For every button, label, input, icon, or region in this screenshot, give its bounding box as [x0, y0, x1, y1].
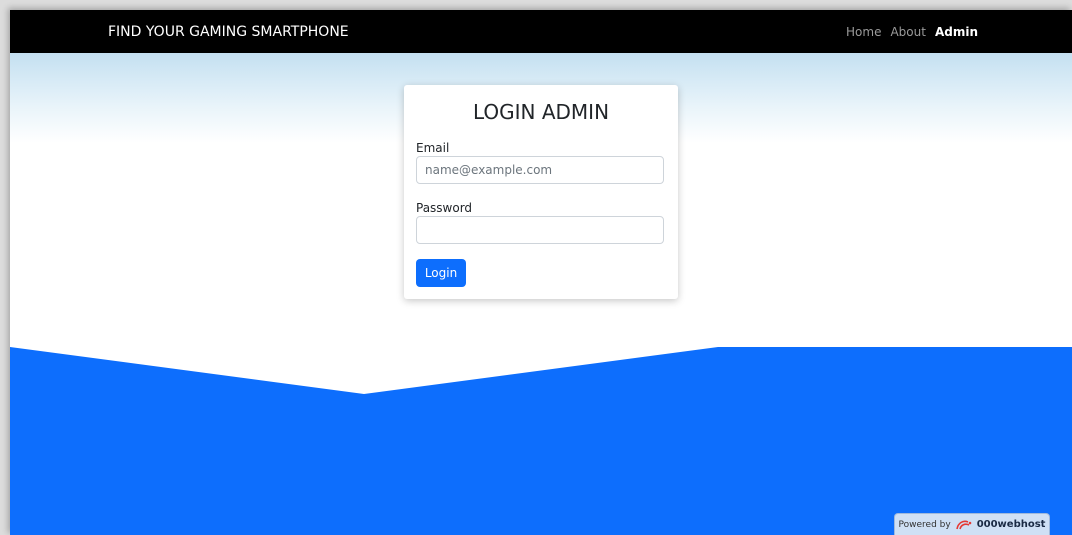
password-field[interactable]: [416, 216, 664, 244]
nav-link-admin[interactable]: Admin: [935, 25, 978, 39]
000webhost-brand-text: 000webhost: [976, 519, 1046, 530]
login-card: LOGIN ADMIN Email Password Login: [404, 85, 678, 299]
000webhost-logo-icon: [955, 520, 971, 529]
nav-link-about[interactable]: About: [890, 25, 925, 39]
powered-by-badge[interactable]: Powered by 000webhost: [894, 513, 1050, 535]
blue-wave-shape: [10, 347, 1072, 535]
email-field[interactable]: [416, 156, 664, 184]
top-navbar: FIND YOUR GAMING SMARTPHONE Home About A…: [10, 10, 1072, 53]
powered-by-text: Powered by: [898, 519, 951, 530]
login-button[interactable]: Login: [416, 259, 466, 287]
nav-link-home[interactable]: Home: [846, 25, 881, 39]
nav-links: Home About Admin: [846, 25, 978, 39]
email-label: Email: [416, 141, 450, 155]
password-label: Password: [416, 201, 473, 215]
navbar-brand[interactable]: FIND YOUR GAMING SMARTPHONE: [108, 24, 349, 40]
login-title: LOGIN ADMIN: [472, 100, 610, 124]
browser-viewport: FIND YOUR GAMING SMARTPHONE Home About A…: [10, 10, 1072, 535]
